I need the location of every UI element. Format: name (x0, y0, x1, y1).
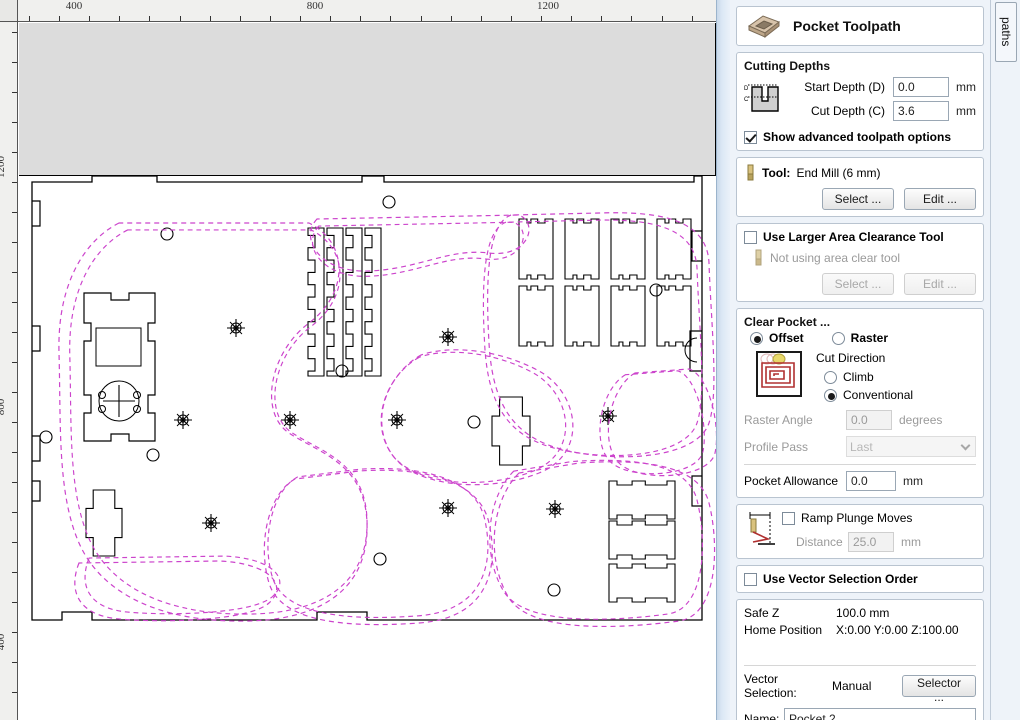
drawing-canvas-area[interactable]: 400 800 1200 1200 800 400 (0, 0, 716, 720)
home-position-value: X:0.00 Y:0.00 Z:100.00 (836, 623, 959, 637)
right-tab-strip: paths (990, 0, 1020, 720)
vertical-ruler: 1200 800 400 (0, 22, 18, 720)
radio-dot (750, 331, 763, 345)
checkbox-box (744, 130, 757, 144)
area-clearance-group: Use Larger Area Clearance Tool Not using… (736, 223, 984, 302)
raster-angle-input[interactable] (846, 410, 892, 430)
tool-group: Tool: End Mill (6 mm) Select ... Edit ..… (736, 157, 984, 217)
pocket-allowance-unit: mm (903, 474, 923, 488)
vector-selection-label: Vector Selection: (744, 672, 797, 700)
ramp-plunge-label: Ramp Plunge Moves (801, 511, 913, 525)
start-depth-label: Start Depth (D) (804, 80, 885, 94)
raster-angle-unit: degrees (899, 413, 943, 427)
radio-dot (824, 370, 837, 384)
cut-depth-input[interactable] (893, 101, 949, 121)
area-clearance-status: Not using area clear tool (770, 251, 901, 265)
panel-splitter[interactable] (716, 0, 730, 720)
use-vector-selection-order-label: Use Vector Selection Order (763, 572, 918, 586)
tool-edit-button[interactable]: Edit ... (904, 188, 976, 210)
pocket-allowance-input[interactable] (846, 471, 896, 491)
positions-group: Safe Z 100.0 mm Home Position X:0.00 Y:0… (736, 599, 984, 720)
clear-pocket-group: Clear Pocket ... Offset Raster Cut Direc… (736, 308, 984, 498)
profile-pass-label: Profile Pass (744, 439, 809, 454)
tab-paths-label: paths (999, 17, 1013, 47)
clear-pocket-title: Clear Pocket ... (744, 315, 831, 329)
raster-radio[interactable]: Raster (831, 331, 889, 345)
depth-profile-icon: D C (744, 84, 779, 112)
home-position-label: Home Position (744, 623, 823, 637)
checkbox-box (782, 511, 795, 525)
svg-text:D: D (744, 86, 749, 92)
raster-label: Raster (850, 331, 889, 345)
checkbox-box (744, 230, 757, 244)
use-area-clearance-label: Use Larger Area Clearance Tool (763, 230, 944, 244)
show-advanced-options-checkbox[interactable]: Show advanced toolpath options (744, 130, 976, 144)
ramp-distance-label: Distance (796, 535, 843, 549)
use-area-clearance-checkbox[interactable]: Use Larger Area Clearance Tool (744, 230, 976, 244)
vector-drawing[interactable] (19, 23, 716, 720)
panel-header: Pocket Toolpath (736, 6, 984, 46)
horizontal-ruler: 400 800 1200 (18, 0, 716, 22)
name-label: Name: (744, 712, 780, 720)
cut-depth-unit: mm (956, 104, 976, 118)
toolpath-name-input[interactable] (784, 708, 976, 720)
offset-pocket-preview-icon (756, 351, 802, 397)
ramp-distance-unit: mm (901, 535, 921, 549)
ramp-plunge-group: Ramp Plunge Moves Distance mm (736, 504, 984, 559)
show-advanced-options-label: Show advanced toolpath options (763, 130, 952, 144)
vector-selection-order-group: Use Vector Selection Order (736, 565, 984, 593)
tab-paths[interactable]: paths (995, 2, 1017, 62)
end-mill-icon (755, 249, 762, 266)
tool-label: Tool: (762, 166, 791, 180)
tool-value: End Mill (6 mm) (796, 166, 881, 180)
svg-text:C: C (744, 97, 749, 103)
checkbox-box (744, 572, 757, 586)
climb-label: Climb (843, 370, 874, 384)
safe-z-value: 100.0 mm (836, 606, 890, 620)
safe-z-label: Safe Z (744, 606, 780, 620)
ramp-plunge-checkbox[interactable]: Ramp Plunge Moves (782, 511, 976, 525)
pocket-toolpath-icon (747, 15, 781, 39)
pocket-allowance-label: Pocket Allowance (744, 474, 839, 488)
offset-radio[interactable]: Offset (750, 331, 804, 345)
radio-dot (824, 388, 837, 402)
start-depth-unit: mm (956, 80, 976, 94)
ramp-plunge-icon (749, 512, 775, 545)
page-title: Pocket Toolpath (793, 18, 901, 34)
conventional-label: Conventional (843, 388, 914, 402)
profile-pass-select[interactable]: Last (846, 436, 976, 457)
toolpath-panel: Pocket Toolpath Cutting Depths D C Start… (730, 0, 990, 720)
tool-select-button[interactable]: Select ... (822, 188, 894, 210)
raster-angle-label: Raster Angle (744, 413, 813, 427)
cut-depth-label: Cut Depth (C) (810, 104, 885, 118)
ruler-corner (0, 0, 18, 22)
offset-label: Offset (769, 331, 804, 345)
ramp-distance-input[interactable] (848, 532, 894, 552)
vector-selection-value: Manual (832, 679, 872, 693)
cut-direction-label: Cut Direction (816, 351, 886, 365)
vector-geometry (31, 175, 716, 628)
conventional-radio[interactable]: Conventional (824, 388, 913, 402)
vector-selector-button[interactable]: Selector ... (902, 675, 976, 704)
start-depth-input[interactable] (893, 77, 949, 97)
end-mill-icon (747, 164, 754, 181)
cutting-depths-title: Cutting Depths (744, 59, 830, 73)
use-vector-selection-order-checkbox[interactable]: Use Vector Selection Order (744, 572, 976, 586)
area-clearance-select-button[interactable]: Select ... (822, 273, 894, 295)
radio-dot (831, 331, 845, 345)
cutting-depths-group: Cutting Depths D C Start Depth (D) mm (736, 52, 984, 151)
area-clearance-edit-button[interactable]: Edit ... (904, 273, 976, 295)
climb-radio[interactable]: Climb (824, 370, 913, 384)
